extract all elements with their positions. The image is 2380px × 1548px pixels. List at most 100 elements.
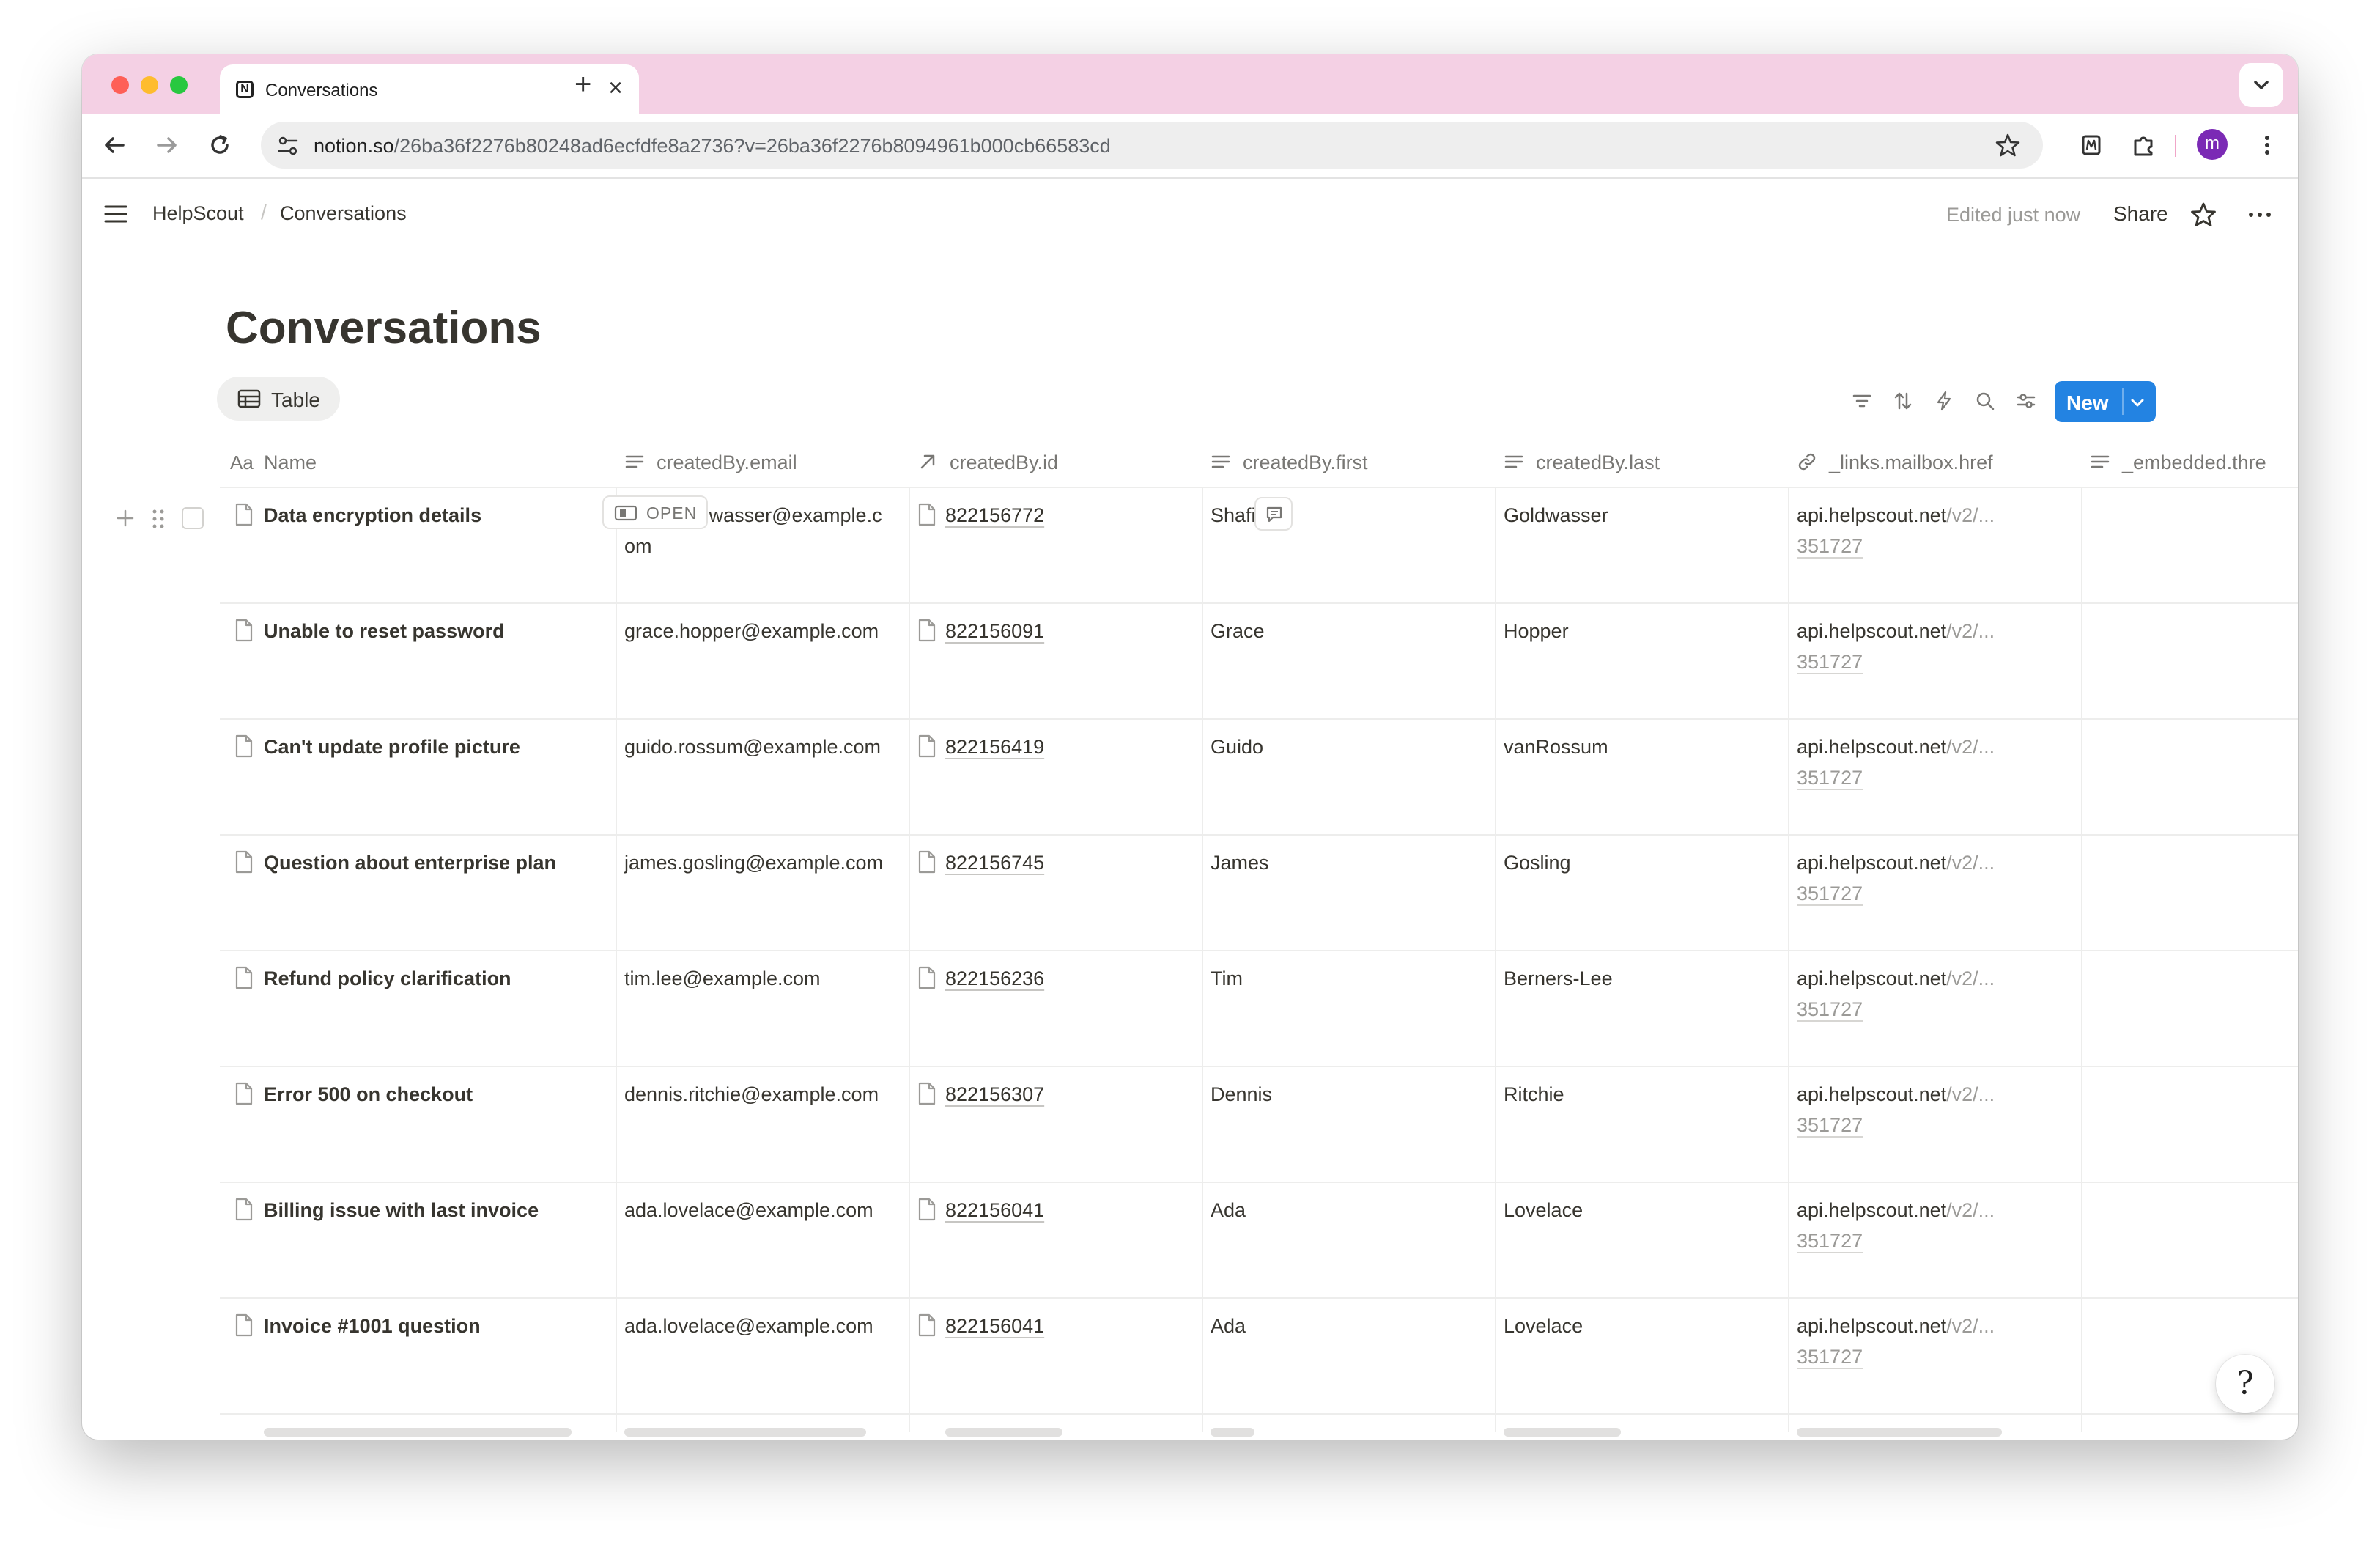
tab-search-button[interactable] xyxy=(2239,63,2283,107)
breadcrumb-helpscout[interactable]: HelpScout xyxy=(152,202,244,225)
cell-email[interactable]: dennis.ritchie@example.com xyxy=(624,1079,890,1110)
share-button[interactable]: Share xyxy=(2113,202,2168,226)
cell-first[interactable]: Tim xyxy=(1211,963,1243,994)
view-tab-table[interactable]: Table xyxy=(217,377,340,421)
row-title[interactable]: Refund policy clarification xyxy=(264,963,511,994)
cell-mailbox-link[interactable]: api.helpscout.net/v2/... 351727 xyxy=(1797,500,2017,561)
reload-icon[interactable] xyxy=(205,130,234,160)
profile-avatar[interactable]: m xyxy=(2197,129,2228,160)
new-tab-button[interactable]: + xyxy=(574,66,591,103)
close-tab-icon[interactable]: × xyxy=(608,75,623,101)
column-header-last[interactable]: createdBy.last xyxy=(1495,435,1788,487)
cell-first[interactable]: Grace xyxy=(1211,616,1265,646)
cell-mailbox-link[interactable]: api.helpscout.net/v2/... 351727 xyxy=(1797,963,2017,1025)
cell-first[interactable]: Guido xyxy=(1211,731,1263,762)
table-row[interactable]: Can't update profile picture guido.rossu… xyxy=(220,718,2298,836)
cell-mailbox-link[interactable]: api.helpscout.net/v2/... 351727 xyxy=(1797,1079,2017,1140)
row-title[interactable]: Can't update profile picture xyxy=(264,731,520,762)
breadcrumb-conversations[interactable]: Conversations xyxy=(280,202,407,225)
cell-last[interactable]: Ritchie xyxy=(1504,1079,1564,1110)
cell-email[interactable]: guido.rossum@example.com xyxy=(624,731,890,762)
cell-last[interactable]: Hopper xyxy=(1504,616,1569,646)
cell-id[interactable]: 822156091 xyxy=(945,616,1044,646)
back-arrow-icon[interactable] xyxy=(100,130,129,160)
cell-id[interactable]: 822156419 xyxy=(945,731,1044,762)
cell-mailbox-link[interactable]: api.helpscout.net/v2/... 351727 xyxy=(1797,1195,2017,1256)
row-checkbox[interactable] xyxy=(182,507,204,529)
forward-arrow-icon[interactable] xyxy=(152,130,182,160)
sidebar-menu-icon[interactable] xyxy=(103,201,129,227)
drag-handle-icon[interactable] xyxy=(149,507,167,531)
view-settings-icon[interactable] xyxy=(2015,390,2037,412)
column-header-embedded[interactable]: _embedded.thre xyxy=(2081,435,2298,487)
cell-first[interactable]: Shafi xyxy=(1211,500,1256,531)
cell-email[interactable]: tim.lee@example.com xyxy=(624,963,890,994)
row-title[interactable]: Data encryption details xyxy=(264,500,481,531)
help-button[interactable]: ? xyxy=(2216,1354,2274,1413)
add-comment-button[interactable] xyxy=(1254,497,1293,531)
search-icon[interactable] xyxy=(1974,390,1996,412)
table-row[interactable]: Error 500 on checkout dennis.ritchie@exa… xyxy=(220,1066,2298,1183)
link-host: api.helpscout.net xyxy=(1797,736,1947,758)
maximize-window-button[interactable] xyxy=(170,76,188,94)
cell-email[interactable]: james.gosling@example.com xyxy=(624,847,890,878)
cell-first[interactable]: Ada xyxy=(1211,1311,1246,1341)
minimize-window-button[interactable] xyxy=(141,76,158,94)
notion-web-clipper-extension-icon[interactable] xyxy=(2077,130,2106,160)
cell-id[interactable]: 822156041 xyxy=(945,1311,1044,1341)
automation-lightning-icon[interactable] xyxy=(1933,390,1955,412)
cell-last[interactable]: Gosling xyxy=(1504,847,1571,878)
sort-icon[interactable] xyxy=(1892,390,1914,412)
table-row[interactable]: Unable to reset password grace.hopper@ex… xyxy=(220,602,2298,720)
row-title[interactable]: Question about enterprise plan xyxy=(264,847,556,878)
cell-last[interactable]: Berners-Lee xyxy=(1504,963,1613,994)
row-title[interactable]: Billing issue with last invoice xyxy=(264,1195,539,1226)
site-settings-icon[interactable] xyxy=(276,133,300,158)
cell-first[interactable]: James xyxy=(1211,847,1269,878)
cell-first[interactable]: Ada xyxy=(1211,1195,1246,1226)
filter-icon[interactable] xyxy=(1851,390,1873,412)
cell-last[interactable]: vanRossum xyxy=(1504,731,1608,762)
extensions-puzzle-icon[interactable] xyxy=(2129,130,2159,160)
row-title[interactable]: Invoice #1001 question xyxy=(264,1311,481,1341)
cell-email[interactable]: grace.hopper@example.com xyxy=(624,616,890,646)
column-header-first[interactable]: createdBy.first xyxy=(1202,435,1495,487)
cell-first[interactable]: Dennis xyxy=(1211,1079,1272,1110)
cell-id[interactable]: 822156307 xyxy=(945,1079,1044,1110)
cell-mailbox-link[interactable]: api.helpscout.net/v2/... 351727 xyxy=(1797,616,2017,677)
new-record-button[interactable]: New xyxy=(2055,381,2156,422)
cell-last[interactable]: Goldwasser xyxy=(1504,500,1608,531)
cell-last[interactable]: Lovelace xyxy=(1504,1311,1583,1341)
column-header-email[interactable]: createdBy.email xyxy=(616,435,909,487)
cell-id[interactable]: 822156236 xyxy=(945,963,1044,994)
close-window-button[interactable] xyxy=(111,76,129,94)
cell-id[interactable]: 822156745 xyxy=(945,847,1044,878)
bookmark-star-icon[interactable] xyxy=(1995,132,2021,158)
cell-mailbox-link[interactable]: api.helpscout.net/v2/... 351727 xyxy=(1797,847,2017,909)
browser-menu-icon[interactable] xyxy=(2252,130,2282,160)
row-title[interactable]: Error 500 on checkout xyxy=(264,1079,473,1110)
chevron-down-icon[interactable] xyxy=(2128,393,2147,412)
table-row[interactable]: Question about enterprise plan james.gos… xyxy=(220,834,2298,951)
column-header-name[interactable]: Aa Name xyxy=(220,435,616,487)
address-bar[interactable]: notion.so/26ba36f2276b80248ad6ecfdfe8a27… xyxy=(261,122,2043,169)
table-row[interactable]: Billing issue with last invoice ada.love… xyxy=(220,1182,2298,1299)
browser-window: N Conversations × + notion.so/26ba36f227… xyxy=(82,54,2298,1440)
table-row[interactable]: Data encryption details shafi.goldwasser… xyxy=(117,487,2298,604)
cell-last[interactable]: Lovelace xyxy=(1504,1195,1583,1226)
cell-mailbox-link[interactable]: api.helpscout.net/v2/... 351727 xyxy=(1797,1311,2017,1372)
cell-mailbox-link[interactable]: api.helpscout.net/v2/... 351727 xyxy=(1797,731,2017,793)
open-page-button[interactable]: OPEN xyxy=(602,495,708,529)
cell-id[interactable]: 822156041 xyxy=(945,1195,1044,1226)
table-row[interactable]: Invoice #1001 question ada.lovelace@exam… xyxy=(220,1297,2298,1415)
column-header-mailbox[interactable]: _links.mailbox.href xyxy=(1788,435,2081,487)
cell-email[interactable]: ada.lovelace@example.com xyxy=(624,1311,890,1341)
table-row[interactable]: Refund policy clarification tim.lee@exam… xyxy=(220,950,2298,1067)
column-header-id[interactable]: createdBy.id xyxy=(909,435,1202,487)
favorite-star-icon[interactable] xyxy=(2189,201,2217,229)
cell-email[interactable]: ada.lovelace@example.com xyxy=(624,1195,890,1226)
more-options-icon[interactable] xyxy=(2245,201,2274,229)
row-title[interactable]: Unable to reset password xyxy=(264,616,505,646)
cell-id[interactable]: 822156772 xyxy=(945,500,1044,531)
add-row-icon[interactable] xyxy=(114,507,136,529)
